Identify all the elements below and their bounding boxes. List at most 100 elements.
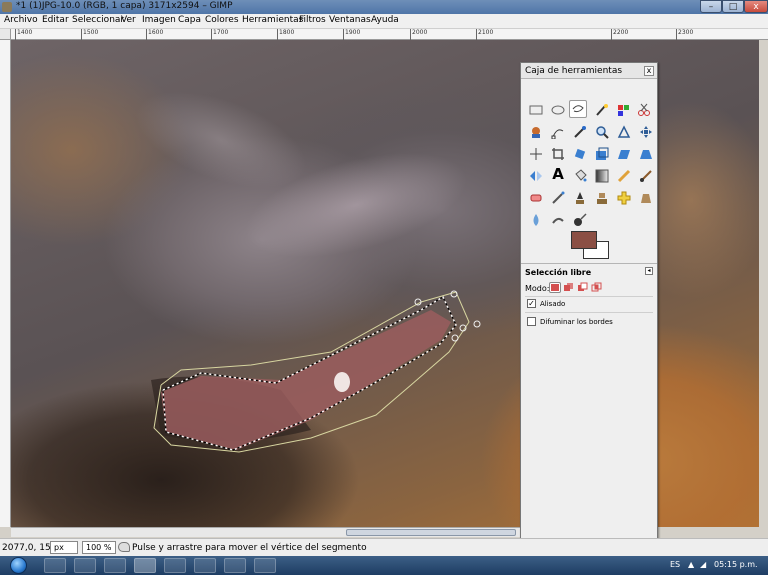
paintbrush-icon[interactable] xyxy=(637,167,655,185)
bucket-fill-icon[interactable] xyxy=(571,167,589,185)
color-picker-icon[interactable] xyxy=(571,123,589,141)
scissors-icon[interactable] xyxy=(635,101,653,119)
app-taskbar-icon[interactable] xyxy=(164,558,186,573)
rotate-icon[interactable] xyxy=(571,145,589,163)
tool-options-title: Selección libre ◂ xyxy=(521,264,657,281)
minimize-button[interactable]: – xyxy=(700,0,722,13)
ruler-tick: 2300 xyxy=(676,29,693,40)
ruler-corner[interactable] xyxy=(0,29,11,40)
by-color-select-icon[interactable] xyxy=(615,101,633,119)
feather-edges-checkbox[interactable] xyxy=(527,317,536,326)
title-bar: *1 (1)JPG-10.0 (RGB, 1 capa) 3171x2594 –… xyxy=(0,0,768,14)
blur-icon[interactable] xyxy=(527,211,545,229)
zoom-icon[interactable] xyxy=(593,123,611,141)
ellipse-select-icon[interactable] xyxy=(549,101,567,119)
menu-seleccionar[interactable]: Seleccionar xyxy=(72,15,124,25)
menu-imagen[interactable]: Imagen xyxy=(142,15,176,25)
crop-icon[interactable] xyxy=(549,145,567,163)
skype-taskbar-icon[interactable] xyxy=(224,558,246,573)
menu-filtros[interactable]: Filtros xyxy=(299,15,326,25)
menu-herramientas[interactable]: Herramientas xyxy=(242,15,303,25)
foreground-select-icon[interactable] xyxy=(527,123,545,141)
folder-taskbar-icon[interactable] xyxy=(74,558,96,573)
toolbox-title: Caja de herramientas xyxy=(525,66,623,76)
windows-orb-icon xyxy=(10,557,27,574)
smudge-icon[interactable] xyxy=(549,211,567,229)
tool-name: Selección libre xyxy=(525,268,592,277)
vertex-handle xyxy=(451,334,459,342)
tool-options-panel: Selección libre ◂ Modo: ✓ Alisado Difumi… xyxy=(521,263,657,326)
foreground-color-swatch[interactable] xyxy=(571,231,597,249)
ruler-tick: 2100 xyxy=(476,29,493,40)
windows-taskbar: ES ▲ ◢ 05:15 p.m. xyxy=(0,556,768,575)
dodge-burn-icon[interactable] xyxy=(571,211,589,229)
mode-intersect-button[interactable] xyxy=(591,282,603,293)
shear-icon[interactable] xyxy=(615,145,633,163)
align-icon[interactable] xyxy=(527,145,545,163)
vertex-handle xyxy=(450,290,458,298)
menu-ver[interactable]: Ver xyxy=(121,15,136,25)
perspective-clone-icon[interactable] xyxy=(637,189,655,207)
menu-colores[interactable]: Colores xyxy=(205,15,239,25)
highlight xyxy=(334,372,350,392)
menu-capa[interactable]: Capa xyxy=(178,15,201,25)
rect-select-icon[interactable] xyxy=(527,101,545,119)
clone-icon[interactable] xyxy=(593,189,611,207)
language-indicator[interactable]: ES xyxy=(670,560,680,569)
heal-icon[interactable] xyxy=(615,189,633,207)
flip-icon[interactable] xyxy=(527,167,545,185)
toolbox-dialog: Caja de herramientas x A Selección libre… xyxy=(520,62,658,559)
ruler-tick: 1900 xyxy=(343,29,360,40)
mode-subtract-button[interactable] xyxy=(577,282,589,293)
ruler-tick: 2000 xyxy=(410,29,427,40)
gimp-taskbar-icon[interactable] xyxy=(134,558,156,573)
start-button[interactable] xyxy=(0,556,36,575)
perspective-icon[interactable] xyxy=(637,145,655,163)
toolbox-title-bar[interactable]: Caja de herramientas x xyxy=(521,63,657,79)
explorer-taskbar-icon[interactable] xyxy=(44,558,66,573)
airbrush-icon[interactable] xyxy=(549,189,567,207)
menu-archivo[interactable]: Archivo xyxy=(4,15,38,25)
lasso-icon[interactable] xyxy=(569,100,587,118)
movistar-taskbar-icon[interactable] xyxy=(254,558,276,573)
divider xyxy=(525,296,653,297)
maximize-button[interactable]: □ xyxy=(722,0,744,13)
system-clock[interactable]: 05:15 p.m. xyxy=(714,560,758,569)
zoom-selector[interactable]: 100 % xyxy=(82,541,116,554)
fuzzy-select-icon[interactable] xyxy=(593,101,611,119)
menu-ayuda[interactable]: Ayuda xyxy=(371,15,399,25)
menu-ventanas[interactable]: Ventanas xyxy=(329,15,371,25)
vertical-ruler[interactable] xyxy=(0,40,11,527)
tool-options-menu-icon[interactable]: ◂ xyxy=(645,267,653,275)
volume-icon[interactable]: ◢ xyxy=(700,560,706,569)
text-icon[interactable]: A xyxy=(549,165,567,183)
horizontal-scrollbar[interactable] xyxy=(11,527,521,537)
eraser-icon[interactable] xyxy=(527,189,545,207)
antialias-checkbox[interactable]: ✓ xyxy=(527,299,536,308)
network-icon[interactable]: ▲ xyxy=(688,560,694,569)
blend-icon[interactable] xyxy=(593,167,611,185)
paths-icon[interactable] xyxy=(549,123,567,141)
chrome-taskbar-icon[interactable] xyxy=(104,558,126,573)
horizontal-ruler[interactable]: 1400 1500 1600 1700 1800 1900 2000 2100 … xyxy=(11,29,768,40)
app-taskbar-icon[interactable] xyxy=(194,558,216,573)
close-button[interactable]: x xyxy=(744,0,768,13)
vertex-handle xyxy=(473,320,481,328)
measure-icon[interactable] xyxy=(615,123,633,141)
mode-replace-button[interactable] xyxy=(549,282,561,293)
pencil-icon[interactable] xyxy=(615,167,633,185)
mode-add-button[interactable] xyxy=(563,282,575,293)
menu-editar[interactable]: Editar xyxy=(42,15,69,25)
ruler-tick: 2200 xyxy=(611,29,628,40)
ink-icon[interactable] xyxy=(571,189,589,207)
scroll-thumb[interactable] xyxy=(346,529,516,536)
unit-selector[interactable]: px xyxy=(50,541,78,554)
gimp-app-icon xyxy=(2,2,12,12)
antialias-label: Alisado xyxy=(540,300,566,308)
divider xyxy=(525,312,653,313)
ruler-tick: 1500 xyxy=(81,29,98,40)
toolbox-close-button[interactable]: x xyxy=(644,66,654,76)
ruler-tick: 1700 xyxy=(211,29,228,40)
move-icon[interactable] xyxy=(637,123,655,141)
scale-icon[interactable] xyxy=(593,145,611,163)
